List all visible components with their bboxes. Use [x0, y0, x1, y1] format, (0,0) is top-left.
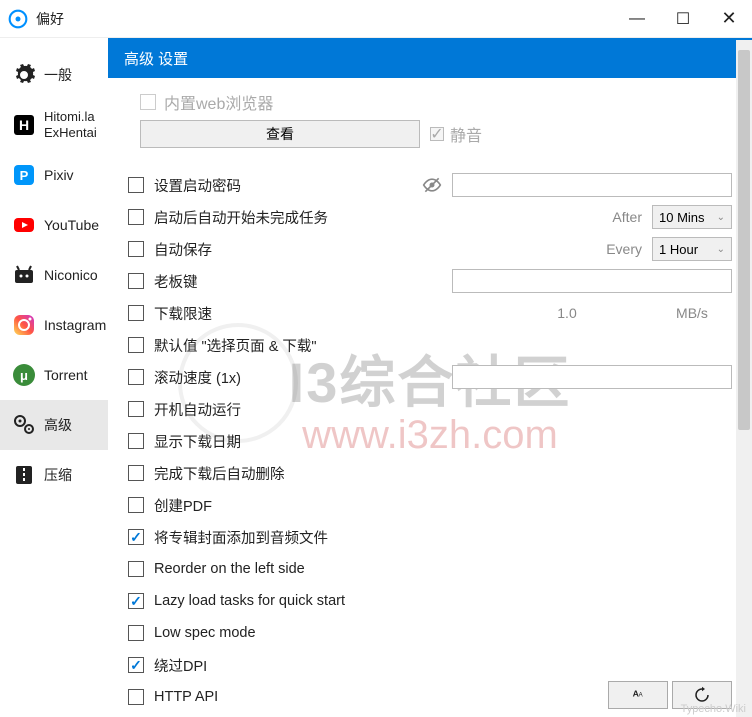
scroll-speed-input[interactable]	[452, 365, 732, 389]
svg-text:μ: μ	[20, 368, 28, 383]
sidebar: 一般 H Hitomi.la ExHentai P Pixiv YouTube …	[0, 38, 108, 717]
scrollbar-thumb[interactable]	[738, 50, 750, 430]
vertical-scrollbar[interactable]	[736, 40, 752, 717]
title-bar: 偏好 — ☐ ✕	[0, 0, 752, 38]
autostart-label: 开机自动运行	[154, 399, 241, 420]
low-spec-checkbox[interactable]	[128, 625, 144, 641]
mute-label: 静音	[450, 122, 482, 146]
sidebar-item-label: 高级	[44, 415, 72, 435]
bypass-dpi-checkbox[interactable]	[128, 657, 144, 673]
app-icon	[8, 9, 28, 29]
view-button[interactable]: 查看	[140, 120, 420, 148]
auto-delete-checkbox[interactable]	[128, 465, 144, 481]
svg-text:A: A	[639, 692, 643, 698]
gear-icon	[12, 63, 36, 87]
sidebar-item-niconico[interactable]: Niconico	[0, 250, 108, 300]
close-button[interactable]: ✕	[706, 0, 752, 38]
svg-text:H: H	[19, 117, 29, 133]
hitomi-icon: H	[12, 113, 36, 137]
scroll-speed-label: 滚动速度 (1x)	[154, 367, 241, 388]
autosave-checkbox[interactable]	[128, 241, 144, 257]
sidebar-item-label: Torrent	[44, 367, 88, 383]
builtin-browser-label: 内置web浏览器	[164, 90, 273, 114]
show-date-label: 显示下载日期	[154, 431, 241, 452]
gears-icon	[12, 413, 36, 437]
auto-resume-label: 启动后自动开始未完成任务	[154, 207, 328, 228]
sidebar-item-advanced[interactable]: 高级	[0, 400, 108, 450]
youtube-icon	[12, 213, 36, 237]
minimize-button[interactable]: —	[614, 0, 660, 38]
bosskey-label: 老板键	[154, 271, 198, 292]
bosskey-checkbox[interactable]	[128, 273, 144, 289]
mute-checkbox: ✓	[430, 127, 444, 141]
font-button[interactable]: AA	[608, 681, 668, 709]
content-header: 高级 设置	[108, 38, 752, 78]
every-label: Every	[606, 241, 642, 257]
default-select-label: 默认值 "选择页面 & 下载"	[154, 335, 317, 356]
pixiv-icon: P	[12, 163, 36, 187]
after-label: After	[612, 209, 642, 225]
builtin-browser-checkbox[interactable]	[140, 94, 156, 110]
speedlimit-label: 下载限速	[154, 303, 212, 324]
album-cover-checkbox[interactable]	[128, 529, 144, 545]
http-api-checkbox[interactable]	[128, 689, 144, 705]
lazy-load-checkbox[interactable]	[128, 593, 144, 609]
sidebar-item-label: Hitomi.la ExHentai	[44, 109, 97, 140]
autostart-checkbox[interactable]	[128, 401, 144, 417]
sidebar-item-compress[interactable]: 压缩	[0, 450, 108, 500]
sidebar-item-instagram[interactable]: Instagram	[0, 300, 108, 350]
http-api-label: HTTP API	[154, 689, 218, 705]
default-select-checkbox[interactable]	[128, 337, 144, 353]
sidebar-item-label: YouTube	[44, 217, 99, 233]
maximize-button[interactable]: ☐	[660, 0, 706, 38]
window-title: 偏好	[36, 9, 614, 29]
sidebar-item-torrent[interactable]: μ Torrent	[0, 350, 108, 400]
sidebar-item-label: Pixiv	[44, 167, 74, 183]
scroll-speed-checkbox[interactable]	[128, 369, 144, 385]
lazy-load-label: Lazy load tasks for quick start	[154, 593, 345, 609]
compress-icon	[12, 463, 36, 487]
create-pdf-label: 创建PDF	[154, 495, 212, 516]
sidebar-item-label: 一般	[44, 65, 72, 85]
show-date-checkbox[interactable]	[128, 433, 144, 449]
bosskey-input[interactable]	[452, 269, 732, 293]
bypass-dpi-label: 绕过DPI	[154, 655, 207, 676]
auto-resume-checkbox[interactable]	[128, 209, 144, 225]
eye-slash-icon[interactable]	[422, 175, 442, 195]
create-pdf-checkbox[interactable]	[128, 497, 144, 513]
reorder-checkbox[interactable]	[128, 561, 144, 577]
instagram-icon	[12, 313, 36, 337]
password-checkbox[interactable]	[128, 177, 144, 193]
corner-watermark: Typecho.Wiki	[681, 703, 746, 715]
sidebar-item-hitomi[interactable]: H Hitomi.la ExHentai	[0, 100, 108, 150]
album-cover-label: 将专辑封面添加到音频文件	[154, 527, 328, 548]
speed-unit: MB/s	[652, 305, 732, 321]
speed-value: 1.0	[492, 305, 642, 321]
password-input[interactable]	[452, 173, 732, 197]
header-title: 高级 设置	[124, 48, 188, 69]
low-spec-label: Low spec mode	[154, 625, 256, 641]
every-select[interactable]: 1 Hour⌄	[652, 237, 732, 261]
autosave-label: 自动保存	[154, 239, 212, 260]
sidebar-item-label: Niconico	[44, 267, 98, 283]
sidebar-item-youtube[interactable]: YouTube	[0, 200, 108, 250]
sidebar-item-label: Instagram	[44, 317, 106, 333]
password-label: 设置启动密码	[154, 175, 241, 196]
niconico-icon	[12, 263, 36, 287]
after-select[interactable]: 10 Mins⌄	[652, 205, 732, 229]
sidebar-item-label: 压缩	[44, 465, 72, 485]
speedlimit-checkbox[interactable]	[128, 305, 144, 321]
auto-delete-label: 完成下载后自动删除	[154, 463, 285, 484]
svg-text:P: P	[20, 168, 29, 183]
reorder-label: Reorder on the left side	[154, 561, 305, 577]
torrent-icon: μ	[12, 363, 36, 387]
sidebar-item-pixiv[interactable]: P Pixiv	[0, 150, 108, 200]
sidebar-item-general[interactable]: 一般	[0, 50, 108, 100]
